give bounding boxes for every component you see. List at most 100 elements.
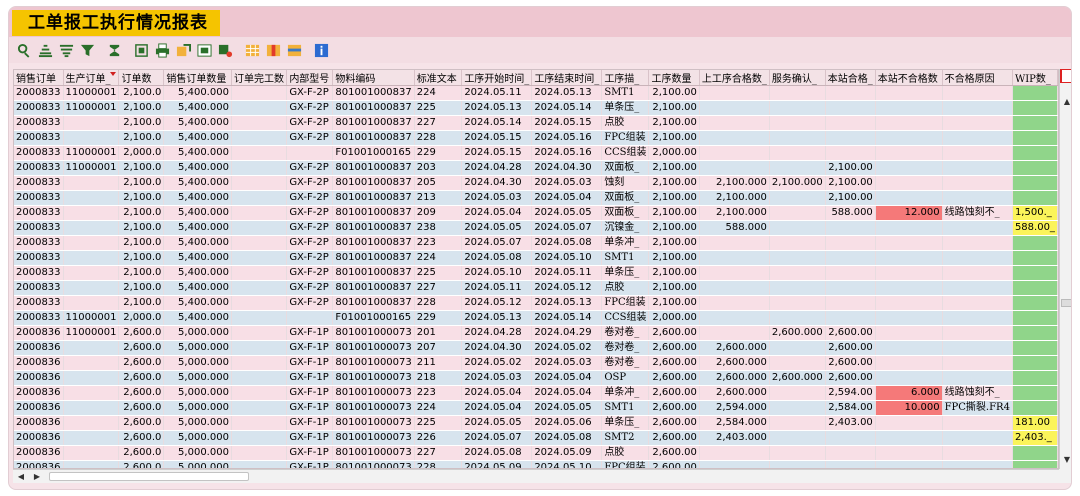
table-cell[interactable]: GX-F-1P bbox=[286, 355, 334, 371]
table-cell[interactable] bbox=[769, 430, 826, 446]
column-header[interactable]: 工序结束时间_ bbox=[531, 70, 603, 86]
table-cell[interactable] bbox=[875, 415, 943, 431]
table-cell[interactable]: GX-F-2P bbox=[286, 100, 334, 116]
column-header[interactable]: 上工序合格数_ bbox=[699, 70, 770, 86]
table-cell[interactable] bbox=[942, 325, 1013, 341]
table-cell[interactable]: 2024.05.07 bbox=[461, 235, 533, 251]
table-cell[interactable]: 225 bbox=[414, 415, 463, 431]
table-cell[interactable]: 2024.05.08 bbox=[461, 445, 533, 461]
table-cell[interactable]: 5,000.000 bbox=[163, 370, 232, 386]
table-cell[interactable]: 2,600.000 bbox=[699, 340, 770, 356]
table-row[interactable]: 2000833 2,100.0 5,400.000 GX-F-2P 8010010008… bbox=[14, 115, 1058, 131]
scroll-left-icon[interactable]: ◀ bbox=[15, 471, 27, 483]
table-cell[interactable]: GX-F-1P bbox=[286, 340, 334, 356]
table-cell[interactable] bbox=[942, 115, 1013, 131]
table-cell[interactable] bbox=[1012, 445, 1058, 461]
table-cell[interactable]: 2,100.00 bbox=[825, 175, 876, 191]
table-cell[interactable]: 2,600.0 bbox=[118, 430, 165, 446]
table-cell[interactable] bbox=[1012, 190, 1058, 206]
table-cell[interactable]: F01001000165 bbox=[332, 145, 415, 161]
table-cell[interactable] bbox=[875, 235, 943, 251]
table-cell[interactable]: 588.000 bbox=[825, 205, 876, 221]
table-cell[interactable] bbox=[769, 340, 826, 356]
table-cell[interactable]: 2024.05.14 bbox=[531, 100, 603, 116]
table-cell[interactable] bbox=[699, 100, 770, 116]
table-cell[interactable] bbox=[231, 220, 288, 236]
table-cell[interactable]: 223 bbox=[414, 385, 463, 401]
table-cell[interactable]: 228 bbox=[414, 295, 463, 311]
layout-icon[interactable] bbox=[216, 41, 234, 59]
table-cell[interactable]: 2,100.000 bbox=[699, 175, 770, 191]
table-cell[interactable]: 2024.05.14 bbox=[531, 310, 603, 326]
table-cell[interactable]: 2,000.00 bbox=[648, 310, 700, 326]
table-cell[interactable] bbox=[769, 235, 826, 251]
table-cell[interactable]: GX-F-1P bbox=[286, 400, 334, 416]
table-cell[interactable]: 2000836 bbox=[14, 340, 64, 356]
table-cell[interactable]: 2024.05.05 bbox=[531, 205, 603, 221]
table-cell[interactable] bbox=[825, 115, 876, 131]
table-cell[interactable] bbox=[769, 250, 826, 266]
table-cell[interactable]: GX-F-2P bbox=[286, 190, 334, 206]
table-cell[interactable] bbox=[769, 355, 826, 371]
table-cell[interactable]: 2000833 bbox=[14, 175, 64, 191]
table-cell[interactable]: 2,584.000 bbox=[699, 415, 770, 431]
table-cell[interactable]: 801001000073 bbox=[332, 445, 415, 461]
table-cell[interactable]: 2,600.000 bbox=[699, 370, 770, 386]
table-cell[interactable] bbox=[942, 445, 1013, 461]
table-cell[interactable] bbox=[942, 85, 1013, 101]
table-cell[interactable] bbox=[699, 130, 770, 146]
table-row[interactable]: 2000833 2,100.0 5,400.000 GX-F-2P 8010010008… bbox=[14, 205, 1058, 221]
table-cell[interactable]: 801001000837 bbox=[332, 235, 415, 251]
table-cell[interactable]: 801001000837 bbox=[332, 160, 415, 176]
table-cell[interactable] bbox=[699, 325, 770, 341]
table-cell[interactable]: 11000001 bbox=[63, 160, 120, 176]
table-cell[interactable]: 211 bbox=[414, 355, 463, 371]
table-cell[interactable]: 2,100.00 bbox=[648, 85, 700, 101]
table-cell[interactable] bbox=[825, 130, 876, 146]
table-cell[interactable]: GX-F-1P bbox=[286, 325, 334, 341]
table-cell[interactable]: 2,600.00 bbox=[648, 325, 700, 341]
table-cell[interactable] bbox=[1012, 235, 1058, 251]
table-cell[interactable]: 2,600.00 bbox=[648, 385, 700, 401]
table-cell[interactable] bbox=[825, 100, 876, 116]
table-cell[interactable]: FPC撕裂.FR4 bbox=[942, 400, 1013, 416]
table-cell[interactable] bbox=[875, 445, 943, 461]
table-cell[interactable]: 5,400.000 bbox=[163, 85, 232, 101]
table-cell[interactable] bbox=[63, 175, 120, 191]
table-cell[interactable] bbox=[63, 385, 120, 401]
table-cell[interactable] bbox=[942, 460, 1013, 468]
table-cell[interactable]: 228 bbox=[414, 460, 463, 468]
table-row[interactable]: 2000836 2,600.0 5,000.000 GX-F-1P 8010010000… bbox=[14, 400, 1058, 416]
table-cell[interactable]: 2,600.0 bbox=[118, 445, 165, 461]
table-cell[interactable]: 2,100.0 bbox=[118, 85, 165, 101]
table-cell[interactable]: GX-F-2P bbox=[286, 265, 334, 281]
table-cell[interactable]: 11000001 bbox=[63, 85, 120, 101]
table-cell[interactable]: 2024.05.03 bbox=[531, 175, 603, 191]
table-cell[interactable]: 2,403._ bbox=[1012, 430, 1058, 446]
table-cell[interactable] bbox=[63, 415, 120, 431]
table-cell[interactable]: 2000833 bbox=[14, 265, 64, 281]
table-cell[interactable]: 2,100.00 bbox=[648, 175, 700, 191]
table-cell[interactable]: 5,000.000 bbox=[163, 400, 232, 416]
table-cell[interactable] bbox=[942, 295, 1013, 311]
table-cell[interactable]: GX-F-2P bbox=[286, 220, 334, 236]
column-header[interactable]: 内部型号 bbox=[286, 70, 334, 86]
table-cell[interactable] bbox=[825, 235, 876, 251]
filter-icon[interactable] bbox=[78, 41, 96, 59]
table-cell[interactable]: 5,000.000 bbox=[163, 325, 232, 341]
table-cell[interactable]: 2,600.0 bbox=[118, 460, 165, 468]
table-cell[interactable]: 2024.05.07 bbox=[461, 430, 533, 446]
table-cell[interactable]: 5,400.000 bbox=[163, 250, 232, 266]
table-cell[interactable] bbox=[231, 385, 288, 401]
table-cell[interactable]: 5,400.000 bbox=[163, 115, 232, 131]
table-cell[interactable]: 801001000837 bbox=[332, 205, 415, 221]
table-cell[interactable] bbox=[1012, 175, 1058, 191]
table-cell[interactable]: 2024.05.04 bbox=[461, 400, 533, 416]
table-row[interactable]: 2000836 2,600.0 5,000.000 GX-F-1P 8010010000… bbox=[14, 340, 1058, 356]
table-cell[interactable]: 2024.05.12 bbox=[461, 295, 533, 311]
table-cell[interactable] bbox=[942, 235, 1013, 251]
table-cell[interactable]: 5,400.000 bbox=[163, 235, 232, 251]
table-cell[interactable]: 2,600.0 bbox=[118, 400, 165, 416]
table-cell[interactable]: 588.000 bbox=[699, 220, 770, 236]
table-cell[interactable] bbox=[875, 250, 943, 266]
